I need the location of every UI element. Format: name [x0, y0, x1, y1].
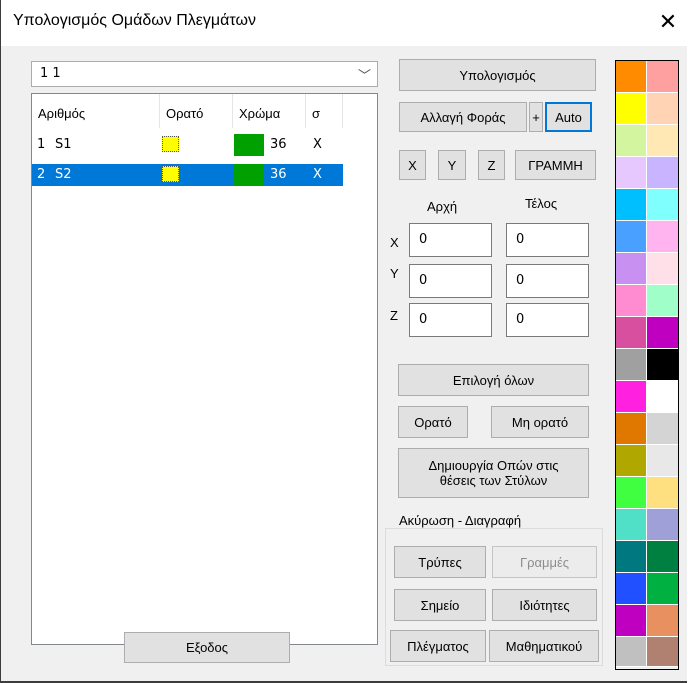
palette-color-swatch[interactable] — [647, 125, 678, 157]
palette-color-swatch[interactable] — [647, 605, 678, 637]
y-axis-label: Y — [390, 266, 399, 281]
y-start-field[interactable]: 0 — [409, 264, 492, 298]
start-label: Αρχή — [427, 199, 458, 214]
palette-color-swatch[interactable] — [616, 317, 647, 349]
visible-toggle[interactable] — [162, 136, 179, 152]
palette-color-swatch[interactable] — [616, 125, 647, 157]
create-holes-line1: Δημιουργία Οπών στις — [428, 458, 559, 473]
title-bar: Υπολογισμός Ομάδων Πλεγμάτων ✕ — [1, 0, 687, 46]
palette-color-swatch[interactable] — [616, 381, 647, 413]
table-row[interactable]: 1 S1 36 X — [32, 134, 343, 156]
z-button[interactable]: Z — [478, 150, 505, 180]
auto-button[interactable]: Auto — [545, 102, 592, 132]
mesh-button[interactable]: Πλέγματος — [390, 630, 486, 662]
palette-color-swatch[interactable] — [647, 637, 678, 667]
row-value: 36 — [270, 137, 287, 152]
palette-color-swatch[interactable] — [647, 221, 678, 253]
row-number: 1 — [37, 137, 46, 152]
select-all-button[interactable]: Επιλογή όλων — [398, 364, 589, 396]
row-number: 2 — [37, 167, 46, 182]
palette-color-swatch[interactable] — [616, 573, 647, 605]
dialog-window: Υπολογισμός Ομάδων Πλεγμάτων ✕ 1 1 ﹀ Αρι… — [0, 0, 687, 683]
x-button[interactable]: X — [399, 150, 426, 180]
create-holes-line2: θέσεις των Στύλων — [439, 473, 548, 488]
palette-color-swatch[interactable] — [647, 93, 678, 125]
palette-color-swatch[interactable] — [616, 637, 647, 667]
row-sigma: X — [313, 167, 322, 182]
color-swatch[interactable] — [234, 164, 264, 186]
palette-color-swatch[interactable] — [647, 509, 678, 541]
x-axis-label: X — [390, 235, 399, 250]
holes-button[interactable]: Τρύπες — [394, 546, 486, 578]
chevron-down-icon[interactable]: ﹀ — [358, 65, 371, 84]
row-name: S2 — [55, 167, 72, 182]
properties-button[interactable]: Ιδιότητες — [492, 589, 597, 621]
palette-color-swatch[interactable] — [647, 317, 678, 349]
palette-color-swatch[interactable] — [616, 285, 647, 317]
palette-color-swatch[interactable] — [616, 253, 647, 285]
column-header-sigma[interactable]: σ — [306, 94, 343, 128]
palette-color-swatch[interactable] — [616, 541, 647, 573]
z-end-field[interactable]: 0 — [506, 303, 589, 337]
line-button[interactable]: ΓΡΑΜΜΗ — [515, 150, 596, 180]
create-holes-button[interactable]: Δημιουργία Οπών στις θέσεις των Στύλων — [398, 448, 589, 498]
palette-color-swatch[interactable] — [616, 157, 647, 189]
visible-button[interactable]: Ορατό — [398, 406, 468, 438]
group-dropdown-value: 1 1 — [40, 66, 61, 81]
column-header-number[interactable]: Αριθμός — [32, 94, 160, 128]
cancel-delete-group-title: Ακύρωση - Διαγραφή — [395, 513, 526, 528]
palette-color-swatch[interactable] — [616, 189, 647, 221]
palette-color-swatch[interactable] — [647, 445, 678, 477]
y-end-field[interactable]: 0 — [506, 264, 589, 298]
palette-color-swatch[interactable] — [616, 61, 647, 93]
point-button[interactable]: Σημείο — [394, 589, 486, 621]
palette-color-swatch[interactable] — [647, 253, 678, 285]
math-button[interactable]: Μαθηματικού — [489, 630, 599, 662]
palette-color-swatch[interactable] — [647, 61, 678, 93]
visible-toggle[interactable] — [162, 166, 179, 182]
palette-color-swatch[interactable] — [616, 221, 647, 253]
color-swatch[interactable] — [234, 134, 264, 156]
palette-color-swatch[interactable] — [647, 413, 678, 445]
plus-button[interactable]: + — [529, 102, 543, 132]
color-palette — [615, 60, 679, 670]
z-start-field[interactable]: 0 — [409, 303, 492, 337]
exit-button[interactable]: Εξοδος — [124, 632, 290, 663]
table-row-selected[interactable]: 2 S2 36 X — [32, 164, 343, 186]
column-header-color[interactable]: Χρώμα — [233, 94, 306, 128]
row-name: S1 — [55, 137, 72, 152]
palette-color-swatch[interactable] — [616, 413, 647, 445]
window-title: Υπολογισμός Ομάδων Πλεγμάτων — [13, 12, 256, 29]
group-dropdown[interactable]: 1 1 ﹀ — [31, 61, 378, 87]
lines-button: Γραμμές — [492, 546, 597, 578]
palette-color-swatch[interactable] — [647, 189, 678, 221]
palette-color-swatch[interactable] — [616, 93, 647, 125]
palette-color-swatch[interactable] — [616, 349, 647, 381]
column-header-visible[interactable]: Ορατό — [160, 94, 233, 128]
change-direction-button[interactable]: Αλλαγή Φοράς — [399, 102, 527, 132]
palette-color-swatch[interactable] — [647, 381, 678, 413]
palette-color-swatch[interactable] — [616, 445, 647, 477]
palette-color-swatch[interactable] — [647, 477, 678, 509]
mesh-list[interactable]: Αριθμός Ορατό Χρώμα σ 1 S1 36 X 2 S2 36 … — [31, 93, 378, 645]
palette-color-swatch[interactable] — [616, 477, 647, 509]
end-label: Τέλος — [525, 196, 558, 211]
y-button[interactable]: Y — [438, 150, 466, 180]
palette-color-swatch[interactable] — [616, 605, 647, 637]
palette-color-swatch[interactable] — [647, 157, 678, 189]
palette-color-swatch[interactable] — [647, 541, 678, 573]
row-sigma: X — [313, 137, 322, 152]
palette-color-swatch[interactable] — [616, 509, 647, 541]
palette-color-swatch[interactable] — [647, 285, 678, 317]
row-value: 36 — [270, 167, 287, 182]
x-start-field[interactable]: 0 — [409, 223, 492, 257]
palette-color-swatch[interactable] — [647, 573, 678, 605]
not-visible-button[interactable]: Μη ορατό — [491, 406, 589, 438]
close-icon[interactable]: ✕ — [651, 6, 685, 40]
palette-color-swatch[interactable] — [647, 349, 678, 381]
calculate-button[interactable]: Υπολογισμός — [399, 59, 596, 91]
z-axis-label: Z — [390, 308, 398, 323]
x-end-field[interactable]: 0 — [506, 223, 589, 257]
